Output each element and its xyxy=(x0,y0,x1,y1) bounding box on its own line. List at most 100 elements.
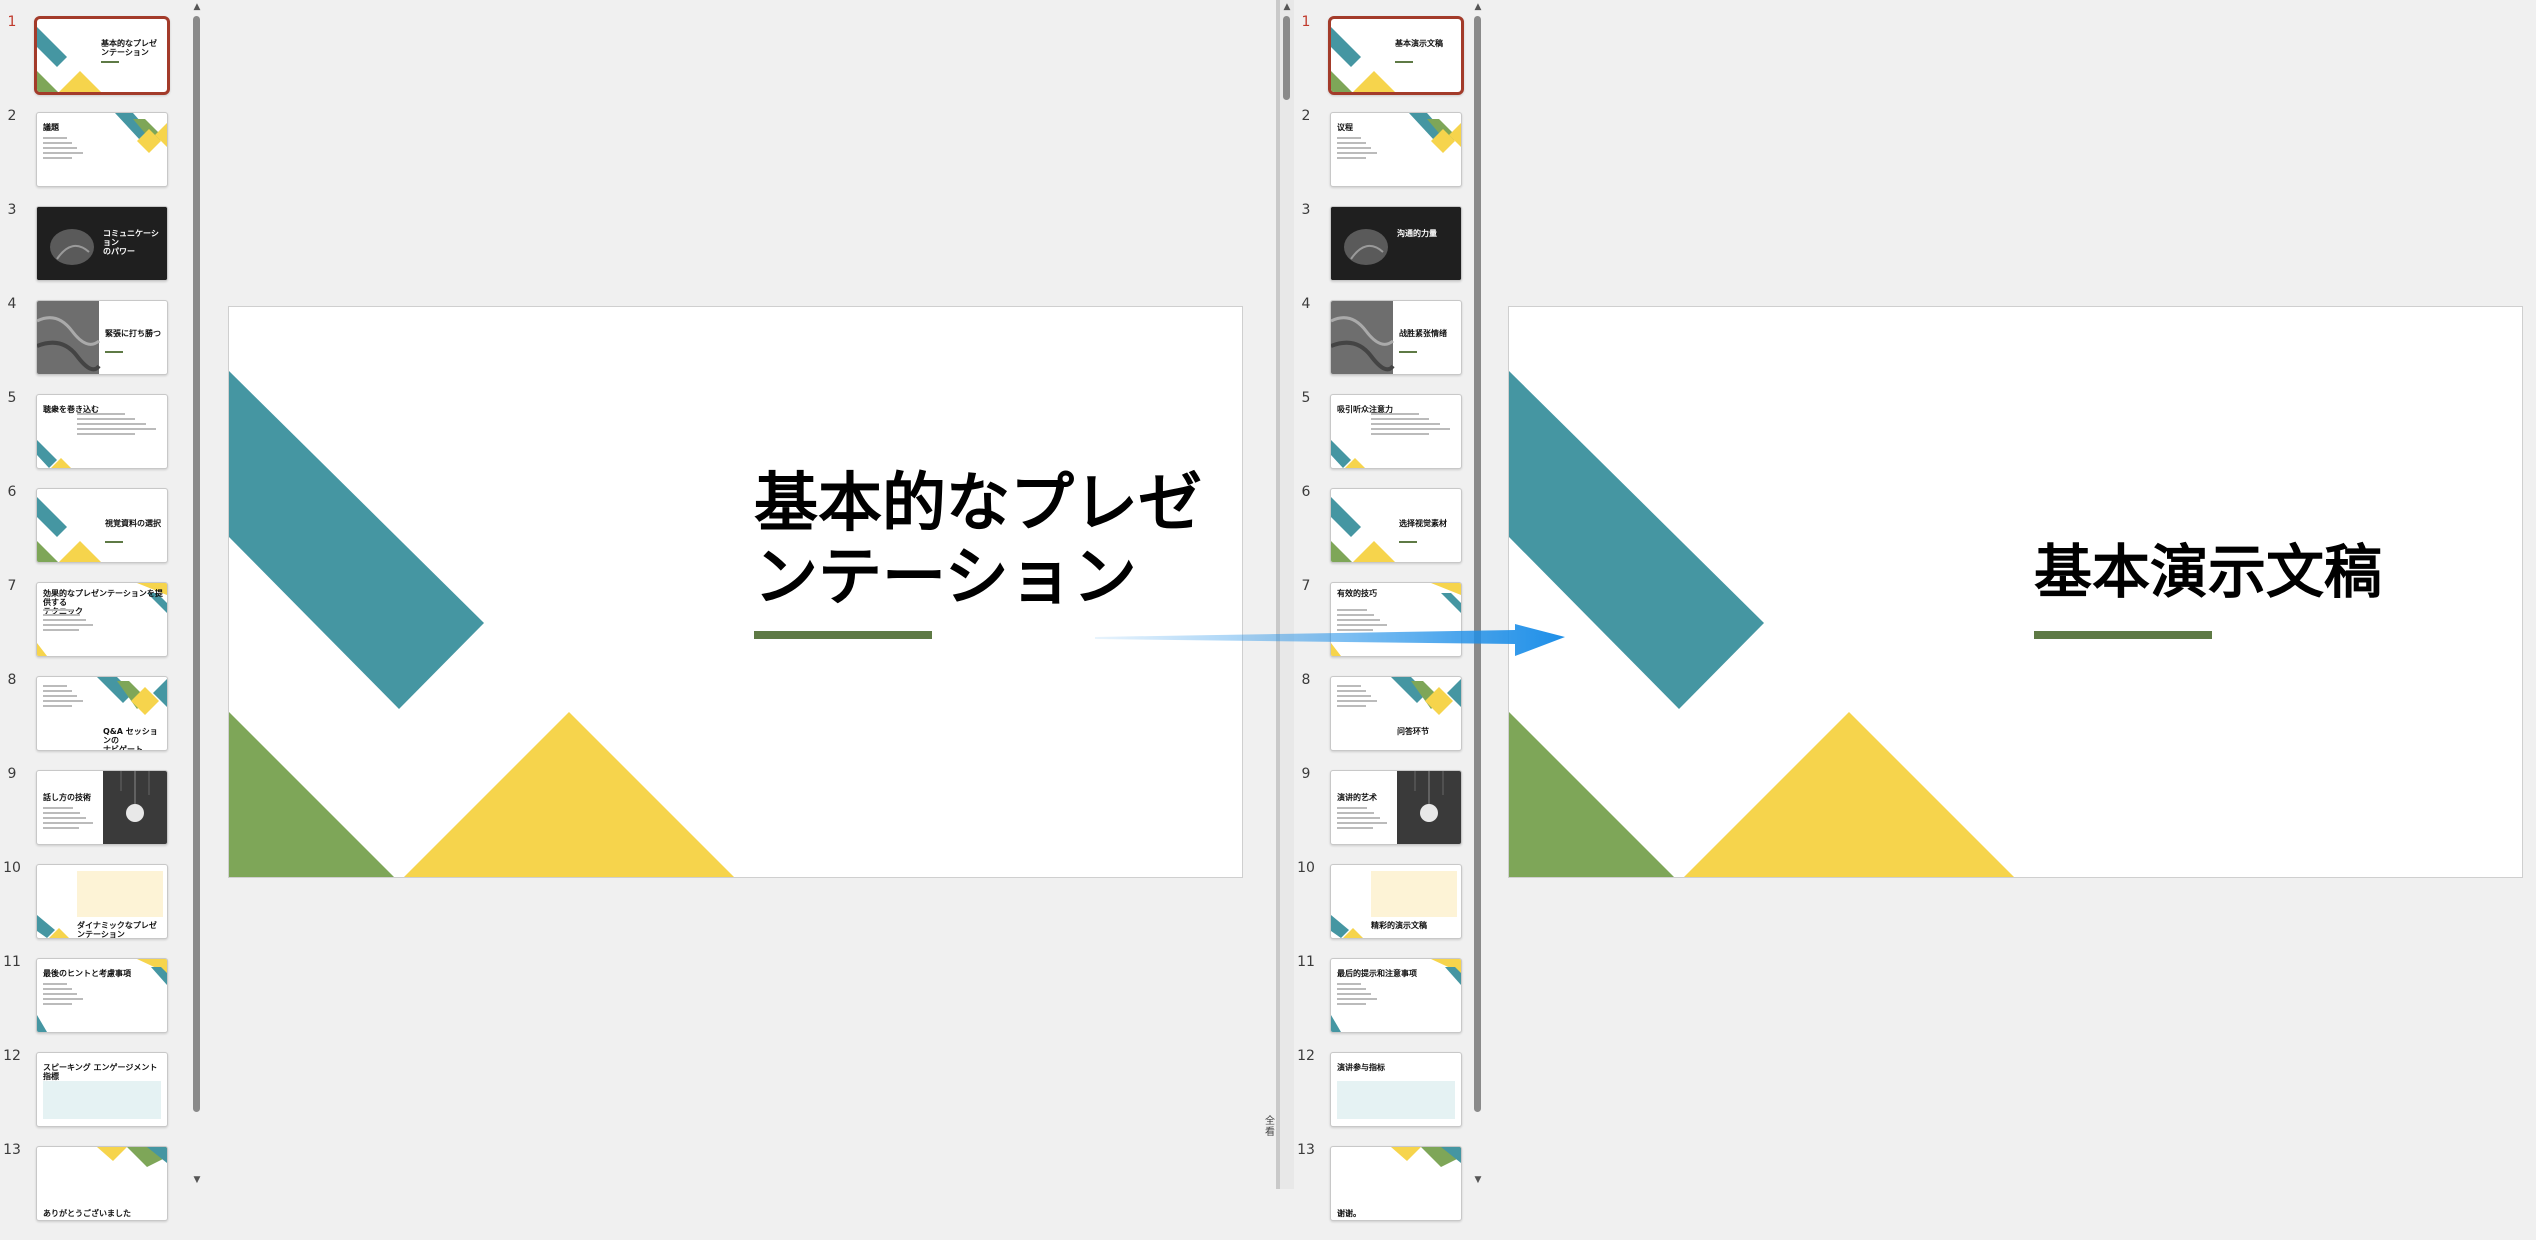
slide-number: 5 xyxy=(1301,390,1311,406)
slide-thumbnail-row[interactable]: 11 最后的提示和注意事项 xyxy=(1294,954,1484,1052)
slide-thumbnail-row[interactable]: 13 ありがとうございました xyxy=(0,1142,190,1240)
scroll-down-icon[interactable]: ▼ xyxy=(1471,1173,1485,1187)
slide-thumbnail-row[interactable]: 11 最後のヒントと考慮事項 xyxy=(0,954,190,1052)
slide-number: 4 xyxy=(7,296,17,312)
slide-thumbnail-row[interactable]: 4 战胜紧张情绪 xyxy=(1294,296,1484,394)
thumbnail-body-lines xyxy=(101,61,119,66)
slide-thumbnail-row[interactable]: 10 精彩的演示文稿 xyxy=(1294,860,1484,958)
scrollbar-thumb[interactable] xyxy=(193,16,200,1112)
slide-thumbnail[interactable]: 基本演示文稿 xyxy=(1328,16,1464,95)
slide-thumbnail-row[interactable]: 12 スピーキング エンゲージメント指標 xyxy=(0,1048,190,1146)
slide-thumbnail[interactable]: 演讲参与指标 xyxy=(1330,1052,1462,1127)
slide-thumbnail-row[interactable]: 7 効果的なプレゼンテーションを提供する テクニック xyxy=(0,578,190,676)
thumbnail-body-lines xyxy=(77,413,157,438)
slide-thumbnail-row[interactable]: 2 议程 xyxy=(1294,108,1484,206)
slide-thumbnail-title: 最后的提示和注意事项 xyxy=(1337,969,1417,978)
slide-thumbnail[interactable]: 谢谢。 xyxy=(1330,1146,1462,1221)
slide-thumbnail-row[interactable]: 1 基本的なプレゼ ンテーション xyxy=(0,14,190,112)
slide-number: 2 xyxy=(1301,108,1311,124)
scrollbar-thumb[interactable] xyxy=(1283,16,1290,100)
thumbnail-body-lines xyxy=(43,609,93,634)
translation-arrow-icon xyxy=(1095,624,1565,656)
slide-thumbnail-row[interactable]: 13 谢谢。 xyxy=(1294,1142,1484,1240)
slide-thumbnail[interactable]: 最後のヒントと考慮事項 xyxy=(36,958,168,1033)
slide-thumbnail-row[interactable]: 6 視覚資料の選択 xyxy=(0,484,190,582)
slide-thumbnail[interactable]: 精彩的演示文稿 xyxy=(1330,864,1462,939)
slide-thumbnail[interactable]: Q&A セッションの ナビゲート xyxy=(36,676,168,751)
slide-number: 7 xyxy=(7,578,17,594)
slide-title[interactable]: 基本的なプレゼ ンテーション xyxy=(754,467,1202,615)
slide-thumbnail[interactable]: スピーキング エンゲージメント指標 xyxy=(36,1052,168,1127)
slide-thumbnail-row[interactable]: 8 Q&A セッションの ナビゲート xyxy=(0,672,190,770)
thumbnail-body-lines xyxy=(1399,541,1417,546)
current-slide[interactable]: 基本演示文稿 xyxy=(1508,306,2523,878)
slide-thumbnail[interactable]: 战胜紧张情绪 xyxy=(1330,300,1462,375)
slide-number: 12 xyxy=(3,1048,21,1064)
slide-thumbnail[interactable]: 演讲的艺术 xyxy=(1330,770,1462,845)
slide-number: 6 xyxy=(1301,484,1311,500)
green-triangle-shape xyxy=(229,712,394,877)
slide-number: 5 xyxy=(7,390,17,406)
slide-thumbnail[interactable]: 问答环节 xyxy=(1330,676,1462,751)
thumbnail-art xyxy=(1331,207,1461,280)
teal-band-shape xyxy=(229,371,484,709)
thumbnail-art xyxy=(1331,27,1395,92)
scroll-up-icon[interactable]: ▲ xyxy=(190,0,204,14)
left-edge-scrollbar[interactable]: ▲ xyxy=(1280,0,1294,1189)
thumbnail-scrollbar[interactable]: ▲ ▼ xyxy=(190,0,204,1189)
slide-thumbnail-title: 緊張に打ち勝つ xyxy=(105,329,161,338)
slide-editor: 基本演示文稿 xyxy=(1487,0,2536,1189)
slide-thumbnail-title: ありがとうございました xyxy=(43,1209,131,1218)
slide-thumbnail[interactable]: 基本的なプレゼ ンテーション xyxy=(34,16,170,95)
slide-thumbnail-row[interactable]: 2 議題 xyxy=(0,108,190,206)
scroll-up-icon[interactable]: ▲ xyxy=(1471,0,1485,14)
slide-thumbnail-row[interactable]: 4 緊張に打ち勝つ xyxy=(0,296,190,394)
slide-thumbnail[interactable]: 吸引听众注意力 xyxy=(1330,394,1462,469)
slide-thumbnail-row[interactable]: 3 コミュニケーション のパワー xyxy=(0,202,190,300)
slide-thumbnail[interactable]: 最后的提示和注意事项 xyxy=(1330,958,1462,1033)
slide-number: 12 xyxy=(1297,1048,1315,1064)
slide-thumbnail[interactable]: 議題 xyxy=(36,112,168,187)
slide-thumbnail[interactable]: 沟通的力量 xyxy=(1330,206,1462,281)
thumbnail-body-lines xyxy=(1337,983,1377,1008)
slide-thumbnail-title: 有效的技巧 xyxy=(1337,589,1377,598)
slide-number: 10 xyxy=(1297,860,1315,876)
slide-thumbnail-row[interactable]: 9 話し方の技術 xyxy=(0,766,190,864)
slide-title[interactable]: 基本演示文稿 xyxy=(2034,535,2382,609)
slide-number: 7 xyxy=(1301,578,1311,594)
slide-thumbnail-row[interactable]: 1 基本演示文稿 xyxy=(1294,14,1484,112)
scrollbar-thumb[interactable] xyxy=(1474,16,1481,1112)
slide-number: 10 xyxy=(3,860,21,876)
thumbnail-body-lines xyxy=(1371,413,1451,438)
slide-thumbnail-row[interactable]: 5 吸引听众注意力 xyxy=(1294,390,1484,488)
slide-thumbnail[interactable]: 选择视觉素材 xyxy=(1330,488,1462,563)
slide-thumbnail[interactable]: 効果的なプレゼンテーションを提供する テクニック xyxy=(36,582,168,657)
slide-thumbnail-row[interactable]: 8 问答环节 xyxy=(1294,672,1484,770)
slide-thumbnail[interactable]: 议程 xyxy=(1330,112,1462,187)
slide-thumbnail-row[interactable]: 12 演讲参与指标 xyxy=(1294,1048,1484,1146)
slide-thumbnail[interactable]: 聴衆を巻き込む xyxy=(36,394,168,469)
scroll-up-icon[interactable]: ▲ xyxy=(1280,0,1294,14)
thumbnail-scrollbar[interactable]: ▲ ▼ xyxy=(1471,0,1485,1189)
slide-thumbnail-title: 谢谢。 xyxy=(1337,1209,1361,1218)
slide-thumbnail[interactable]: 視覚資料の選択 xyxy=(36,488,168,563)
thumbnail-body-lines xyxy=(1399,351,1417,356)
slide-thumbnail-title: 议程 xyxy=(1337,123,1353,132)
slide-thumbnail-title: 沟通的力量 xyxy=(1397,229,1437,238)
scroll-down-icon[interactable]: ▼ xyxy=(190,1173,204,1187)
current-slide[interactable]: 基本的なプレゼ ンテーション xyxy=(228,306,1243,878)
thumbnail-body-lines xyxy=(43,807,93,832)
slide-thumbnail[interactable]: 緊張に打ち勝つ xyxy=(36,300,168,375)
slide-thumbnail-row[interactable]: 3 沟通的力量 xyxy=(1294,202,1484,300)
slide-thumbnail[interactable]: 話し方の技術 xyxy=(36,770,168,845)
slide-thumbnail-row[interactable]: 10 ダイナミックなプレゼンテーション の要件 xyxy=(0,860,190,958)
slide-thumbnail-title: 精彩的演示文稿 xyxy=(1371,921,1427,930)
slide-thumbnail-title: 战胜紧张情绪 xyxy=(1399,329,1447,338)
slide-thumbnail[interactable]: ありがとうございました xyxy=(36,1146,168,1221)
slide-thumbnail[interactable]: ダイナミックなプレゼンテーション の要件 xyxy=(36,864,168,939)
slide-thumbnail-row[interactable]: 5 聴衆を巻き込む xyxy=(0,390,190,488)
slide-thumbnail[interactable]: コミュニケーション のパワー xyxy=(36,206,168,281)
slide-thumbnail-row[interactable]: 6 选择视觉素材 xyxy=(1294,484,1484,582)
slide-thumbnail-row[interactable]: 9 演讲的艺术 xyxy=(1294,766,1484,864)
slide-number: 13 xyxy=(3,1142,21,1158)
